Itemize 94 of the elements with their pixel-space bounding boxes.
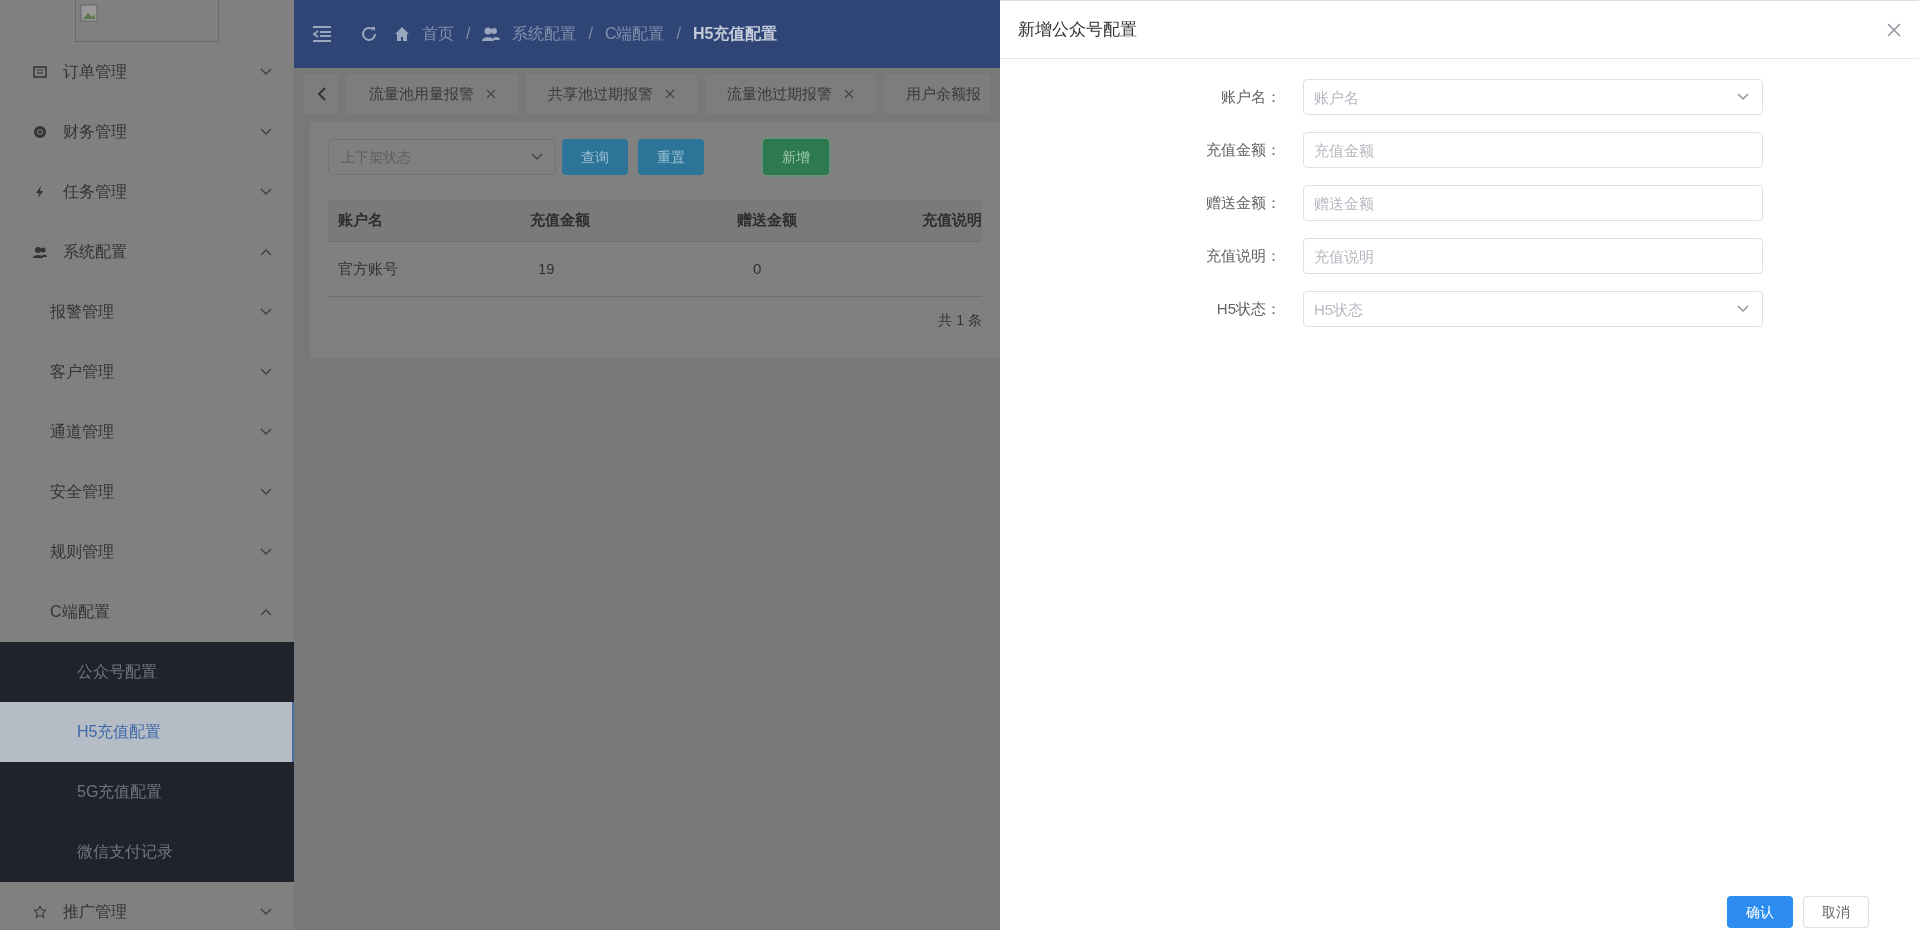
select-field[interactable]: H5状态 xyxy=(1303,291,1763,327)
confirm-button[interactable]: 确认 xyxy=(1727,896,1793,928)
pagination-total: 共 1 条 xyxy=(938,311,982,330)
tab-label: 流量池过期报警 xyxy=(727,83,833,104)
cancel-button[interactable]: 取消 xyxy=(1803,896,1869,928)
table-cell-text: 官方账号 xyxy=(337,258,399,279)
chevron-down-icon xyxy=(531,153,543,161)
breadcrumb-link[interactable]: 系统配置 xyxy=(512,22,577,46)
chevron-down-icon xyxy=(260,368,272,376)
tab-label: 共享池过期报警 xyxy=(548,83,654,104)
chevron-down-icon xyxy=(260,308,272,316)
chevron-down-icon xyxy=(260,428,272,436)
column-header: 账户名 xyxy=(337,210,384,231)
chevron-down-icon xyxy=(1737,305,1749,313)
list-icon xyxy=(33,65,47,79)
table-cell-text: 0 xyxy=(752,258,763,279)
breadcrumb-separator: / xyxy=(588,24,593,44)
menu-item[interactable]: 规则管理 xyxy=(0,522,294,582)
chevron-down-icon xyxy=(260,68,272,76)
tab[interactable]: 流量池用量报警 xyxy=(347,74,519,114)
field-label: H5状态： xyxy=(1215,298,1282,319)
menu-label: 通道管理 xyxy=(50,422,114,442)
menu-label: C端配置 xyxy=(50,602,110,622)
refresh-icon[interactable] xyxy=(360,25,378,43)
menu-item[interactable]: 财务管理 xyxy=(0,102,294,162)
close-icon[interactable] xyxy=(1887,22,1901,37)
breadcrumb-link[interactable]: 首页 xyxy=(422,22,454,46)
field-label: 充值金额： xyxy=(1205,139,1282,160)
breadcrumb-link[interactable]: C端配置 xyxy=(604,22,665,46)
menu-label: 安全管理 xyxy=(50,482,114,502)
menu-item[interactable]: 公众号配置 xyxy=(0,642,294,702)
menu-item[interactable]: C端配置 xyxy=(0,582,294,642)
menu-item[interactable]: 推广管理 xyxy=(0,882,294,930)
star-icon xyxy=(33,905,47,919)
chevron-down-icon xyxy=(260,908,272,916)
menu-label: 规则管理 xyxy=(50,542,114,562)
menu-label: 推广管理 xyxy=(63,902,127,922)
tab[interactable]: 用户余额报 xyxy=(884,74,990,114)
menu-label: 报警管理 xyxy=(50,302,114,322)
chevron-left-icon xyxy=(316,87,327,101)
select-field[interactable]: 账户名 xyxy=(1303,79,1763,115)
home-icon xyxy=(394,26,410,42)
menu-item[interactable]: 任务管理 xyxy=(0,162,294,222)
column-header: 赠送金额 xyxy=(736,210,799,231)
chevron-up-icon xyxy=(260,608,272,616)
tab-scroll-button[interactable] xyxy=(304,74,340,114)
menu-item[interactable]: 系统配置 xyxy=(0,222,294,282)
tab[interactable]: 流量池过期报警 xyxy=(705,74,877,114)
reset-button[interactable]: 重置 xyxy=(638,139,704,175)
menu-item[interactable]: 客户管理 xyxy=(0,342,294,402)
chevron-down-icon xyxy=(260,548,272,556)
menu-item[interactable]: 报警管理 xyxy=(0,282,294,342)
menu-label: 系统配置 xyxy=(63,242,127,262)
add-button[interactable]: 新增 xyxy=(763,139,829,175)
tab-label: 用户余额报 xyxy=(906,83,982,104)
users-icon xyxy=(33,245,47,259)
menu-label: 财务管理 xyxy=(63,122,127,142)
menu-item[interactable]: 安全管理 xyxy=(0,462,294,522)
chevron-up-icon xyxy=(260,248,272,256)
column-header: 充值说明 xyxy=(921,210,982,231)
field-label: 账户名： xyxy=(1220,86,1282,107)
breadcrumb-separator: / xyxy=(466,24,471,44)
menu-item[interactable]: 微信支付记录 xyxy=(0,822,294,882)
field-label: 赠送金额： xyxy=(1205,192,1282,213)
field-label: 充值说明： xyxy=(1205,245,1282,266)
close-icon xyxy=(486,89,497,99)
menu-item[interactable]: 订单管理 xyxy=(0,42,294,102)
coin-icon xyxy=(33,125,47,139)
menu-label: 客户管理 xyxy=(50,362,114,382)
menu-item[interactable]: H5充值配置 xyxy=(0,702,294,762)
chevron-down-icon xyxy=(260,488,272,496)
menu-label: 订单管理 xyxy=(63,62,127,82)
tab[interactable]: 共享池过期报警 xyxy=(526,74,698,114)
menu-label: 任务管理 xyxy=(63,182,127,202)
chevron-down-icon xyxy=(260,188,272,196)
close-icon xyxy=(665,89,676,99)
menu-item[interactable]: 通道管理 xyxy=(0,402,294,462)
broken-image-icon xyxy=(80,4,98,22)
chevron-down-icon xyxy=(1737,93,1749,101)
input-field[interactable]: 充值说明 xyxy=(1303,238,1763,274)
menu-item[interactable]: 5G充值配置 xyxy=(0,762,294,822)
breadcrumb-separator: / xyxy=(676,24,681,44)
chevron-down-icon xyxy=(260,128,272,136)
menu-icon[interactable] xyxy=(312,26,332,42)
close-icon xyxy=(844,89,855,99)
input-field[interactable]: 充值金额 xyxy=(1303,132,1763,168)
query-button[interactable]: 查询 xyxy=(562,139,628,175)
table-cell-text: 19 xyxy=(537,258,556,279)
users-icon xyxy=(482,26,501,42)
breadcrumb-link[interactable]: H5充值配置 xyxy=(692,22,778,46)
column-header: 充值金额 xyxy=(529,210,592,231)
tab-label: 流量池用量报警 xyxy=(369,83,475,104)
input-field[interactable]: 赠送金额 xyxy=(1303,185,1763,221)
drawer-title: 新增公众号配置 xyxy=(1018,18,1137,41)
